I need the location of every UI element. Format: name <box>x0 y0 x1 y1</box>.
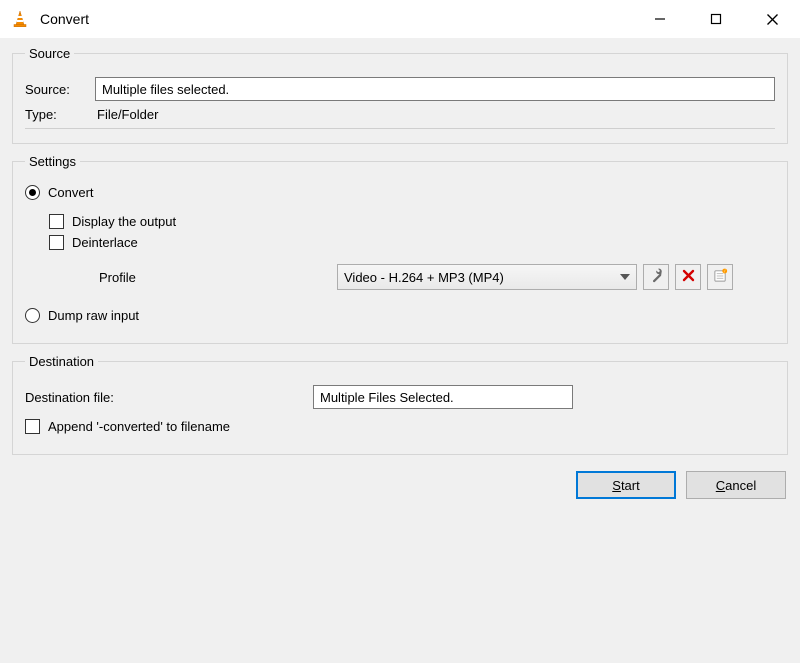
append-converted-label: Append '-converted' to filename <box>48 419 230 434</box>
vlc-cone-icon <box>10 9 30 29</box>
dump-radio-label: Dump raw input <box>48 308 139 323</box>
checkbox-icon <box>25 419 40 434</box>
cancel-button[interactable]: Cancel <box>686 471 786 499</box>
source-input[interactable] <box>95 77 775 101</box>
source-label: Source: <box>25 82 95 97</box>
delete-profile-button[interactable] <box>675 264 701 290</box>
display-output-label: Display the output <box>72 214 176 229</box>
source-group: Source Source: Type: File/Folder <box>12 46 788 144</box>
profile-label: Profile <box>49 270 337 285</box>
checkbox-icon <box>49 214 64 229</box>
close-button[interactable] <box>744 0 800 38</box>
type-value: File/Folder <box>95 107 158 122</box>
cancel-button-label: Cancel <box>716 478 756 493</box>
minimize-button[interactable] <box>632 0 688 38</box>
settings-group: Settings Convert Display the output Dein… <box>12 154 788 344</box>
maximize-button[interactable] <box>688 0 744 38</box>
new-profile-icon <box>713 268 728 286</box>
destination-legend: Destination <box>25 354 98 369</box>
radio-icon <box>25 185 40 200</box>
dialog-body: Source Source: Type: File/Folder Setting… <box>0 38 800 455</box>
window-title: Convert <box>40 11 89 27</box>
settings-legend: Settings <box>25 154 80 169</box>
profile-combobox[interactable]: Video - H.264 + MP3 (MP4) <box>337 264 637 290</box>
start-button-label: Start <box>612 478 639 493</box>
checkbox-icon <box>49 235 64 250</box>
type-label: Type: <box>25 107 95 122</box>
titlebar: Convert <box>0 0 800 38</box>
edit-profile-button[interactable] <box>643 264 669 290</box>
start-button[interactable]: Start <box>576 471 676 499</box>
deinterlace-label: Deinterlace <box>72 235 138 250</box>
wrench-icon <box>649 268 664 286</box>
profile-value: Video - H.264 + MP3 (MP4) <box>344 270 620 285</box>
deinterlace-checkbox[interactable]: Deinterlace <box>49 235 775 250</box>
delete-icon <box>682 269 695 285</box>
display-output-checkbox[interactable]: Display the output <box>49 214 775 229</box>
chevron-down-icon <box>620 274 630 280</box>
new-profile-button[interactable] <box>707 264 733 290</box>
dump-radio[interactable]: Dump raw input <box>25 308 775 323</box>
convert-radio-label: Convert <box>48 185 94 200</box>
source-divider <box>25 128 775 129</box>
destination-file-label: Destination file: <box>25 390 313 405</box>
dialog-footer: Start Cancel <box>0 465 800 513</box>
append-converted-checkbox[interactable]: Append '-converted' to filename <box>25 419 775 434</box>
radio-icon <box>25 308 40 323</box>
source-legend: Source <box>25 46 74 61</box>
destination-group: Destination Destination file: Append '-c… <box>12 354 788 455</box>
destination-file-input[interactable] <box>313 385 573 409</box>
convert-radio[interactable]: Convert <box>25 185 775 200</box>
